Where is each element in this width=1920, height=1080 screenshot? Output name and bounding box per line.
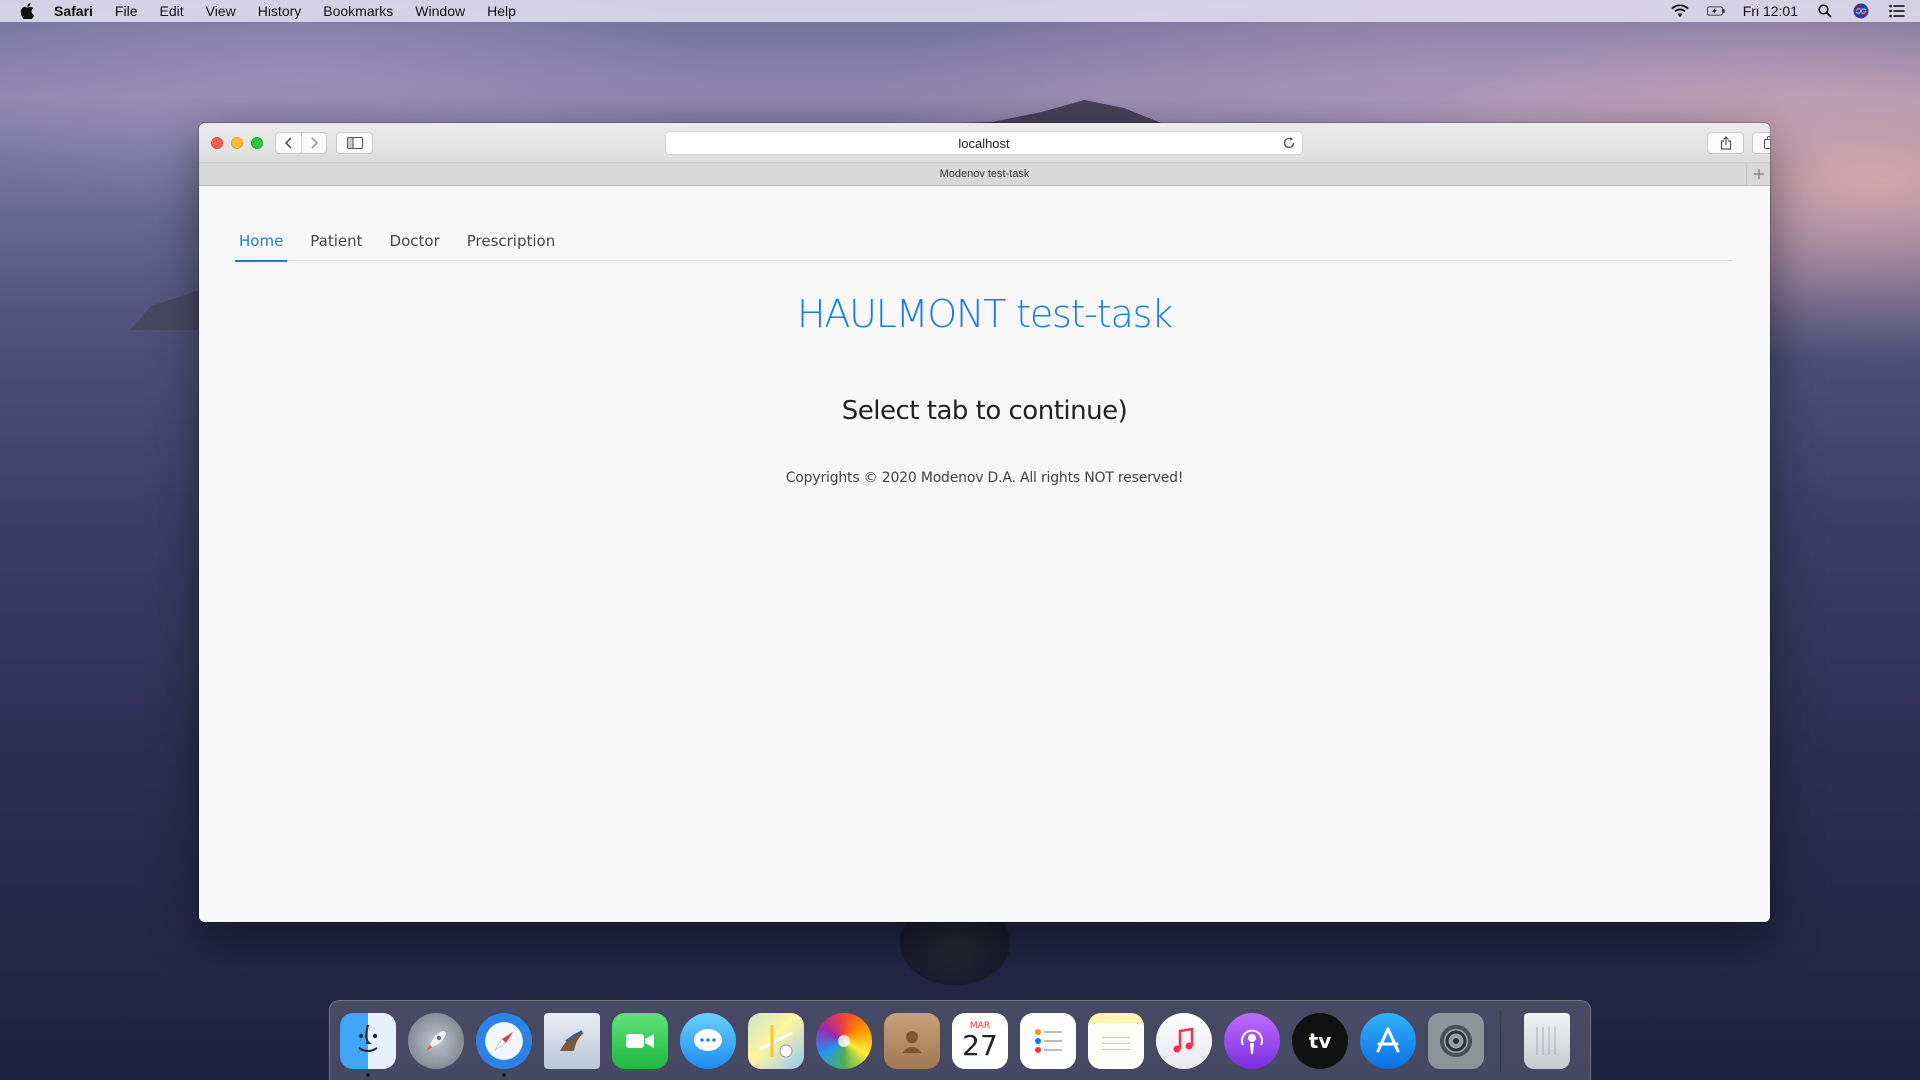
share-icon	[1720, 136, 1731, 150]
tab-doctor[interactable]: Doctor	[386, 230, 444, 261]
tv-label: tv	[1308, 1028, 1332, 1053]
menu-history[interactable]: History	[258, 3, 302, 19]
tab-overview-button[interactable]	[1752, 132, 1770, 154]
mail-icon[interactable]	[544, 1012, 600, 1069]
menu-window[interactable]: Window	[415, 3, 465, 19]
menu-bookmarks[interactable]: Bookmarks	[323, 3, 393, 19]
browser-window: localhost Modenov test-task Home Patient…	[199, 123, 1770, 922]
forward-button[interactable]	[301, 133, 326, 153]
address-bar-url: localhost	[958, 135, 1010, 151]
messages-icon[interactable]	[680, 1012, 736, 1069]
wallpaper-rock	[900, 915, 1010, 985]
menu-clock[interactable]: Fri 12:01	[1743, 3, 1798, 19]
facetime-icon[interactable]	[612, 1012, 668, 1069]
new-tab-button[interactable]	[1746, 163, 1770, 185]
plus-icon	[1753, 169, 1764, 179]
notification-center-icon[interactable]	[1888, 3, 1906, 19]
music-icon[interactable]	[1156, 1012, 1212, 1069]
page-title: HAULMONT test-task	[796, 292, 1173, 336]
page-subtitle: Select tab to continue)	[841, 396, 1128, 426]
maps-icon[interactable]	[748, 1012, 804, 1069]
safari-running-indicator	[502, 1072, 506, 1077]
menu-app-name[interactable]: Safari	[54, 3, 93, 19]
calendar-icon[interactable]: MAR 27	[952, 1012, 1008, 1069]
chevron-right-icon	[311, 137, 319, 149]
menu-file[interactable]: File	[115, 3, 138, 19]
reminders-icon[interactable]	[1020, 1012, 1076, 1069]
sidebar-toggle-button[interactable]	[336, 132, 373, 154]
window-controls	[211, 137, 263, 149]
browser-tab-bar: Modenov test-task	[199, 163, 1770, 186]
trash-icon[interactable]	[1524, 1012, 1570, 1069]
calendar-day: 27	[962, 1028, 998, 1062]
apple-menu-icon[interactable]	[20, 3, 36, 19]
menu-edit[interactable]: Edit	[159, 3, 183, 19]
address-bar[interactable]: localhost	[665, 131, 1303, 155]
siri-icon[interactable]	[1852, 3, 1870, 19]
dock: MAR 27 tv	[329, 1000, 1591, 1080]
back-button[interactable]	[276, 133, 301, 153]
tab-prescription[interactable]: Prescription	[463, 230, 560, 261]
spotlight-search-icon[interactable]	[1816, 3, 1834, 19]
close-window-button[interactable]	[211, 137, 223, 149]
menu-view[interactable]: View	[206, 3, 236, 19]
sidebar-icon	[346, 137, 363, 149]
wifi-icon[interactable]	[1671, 3, 1689, 19]
minimize-window-button[interactable]	[231, 137, 243, 149]
browser-toolbar: localhost	[199, 123, 1770, 163]
reload-icon[interactable]	[1282, 136, 1296, 150]
system-preferences-icon[interactable]	[1428, 1012, 1484, 1069]
tab-patient[interactable]: Patient	[306, 230, 366, 261]
page-tab-bar: Home Patient Doctor Prescription	[235, 230, 1732, 262]
menu-extras: Fri 12:01	[1671, 0, 1906, 22]
launchpad-icon[interactable]	[408, 1012, 464, 1069]
podcasts-icon[interactable]	[1224, 1012, 1280, 1069]
dock-separator	[1500, 1009, 1501, 1072]
chevron-left-icon	[284, 137, 292, 149]
browser-tab-title[interactable]: Modenov test-task	[940, 168, 1030, 180]
battery-charging-icon[interactable]	[1706, 3, 1725, 19]
finder-icon[interactable]	[340, 1012, 396, 1077]
photos-icon[interactable]	[816, 1012, 872, 1069]
fullscreen-window-button[interactable]	[251, 137, 263, 149]
app-store-icon[interactable]	[1360, 1012, 1416, 1069]
wallpaper-island	[130, 290, 200, 330]
navigation-buttons	[275, 132, 327, 154]
finder-running-indicator	[366, 1072, 370, 1077]
web-page: Home Patient Doctor Prescription HAULMON…	[199, 186, 1770, 922]
copyright-text: Copyrights © 2020 Modenov D.A. All right…	[785, 470, 1184, 486]
menu-bar: Safari File Edit View History Bookmarks …	[0, 0, 1920, 22]
tabs-icon	[1763, 136, 1770, 149]
menu-help[interactable]: Help	[487, 3, 516, 19]
notes-icon[interactable]	[1088, 1012, 1144, 1069]
tab-home[interactable]: Home	[235, 230, 288, 262]
share-button[interactable]	[1707, 132, 1744, 154]
safari-icon[interactable]	[476, 1012, 532, 1077]
contacts-icon[interactable]	[884, 1012, 940, 1069]
apple-tv-icon[interactable]: tv	[1292, 1012, 1348, 1069]
